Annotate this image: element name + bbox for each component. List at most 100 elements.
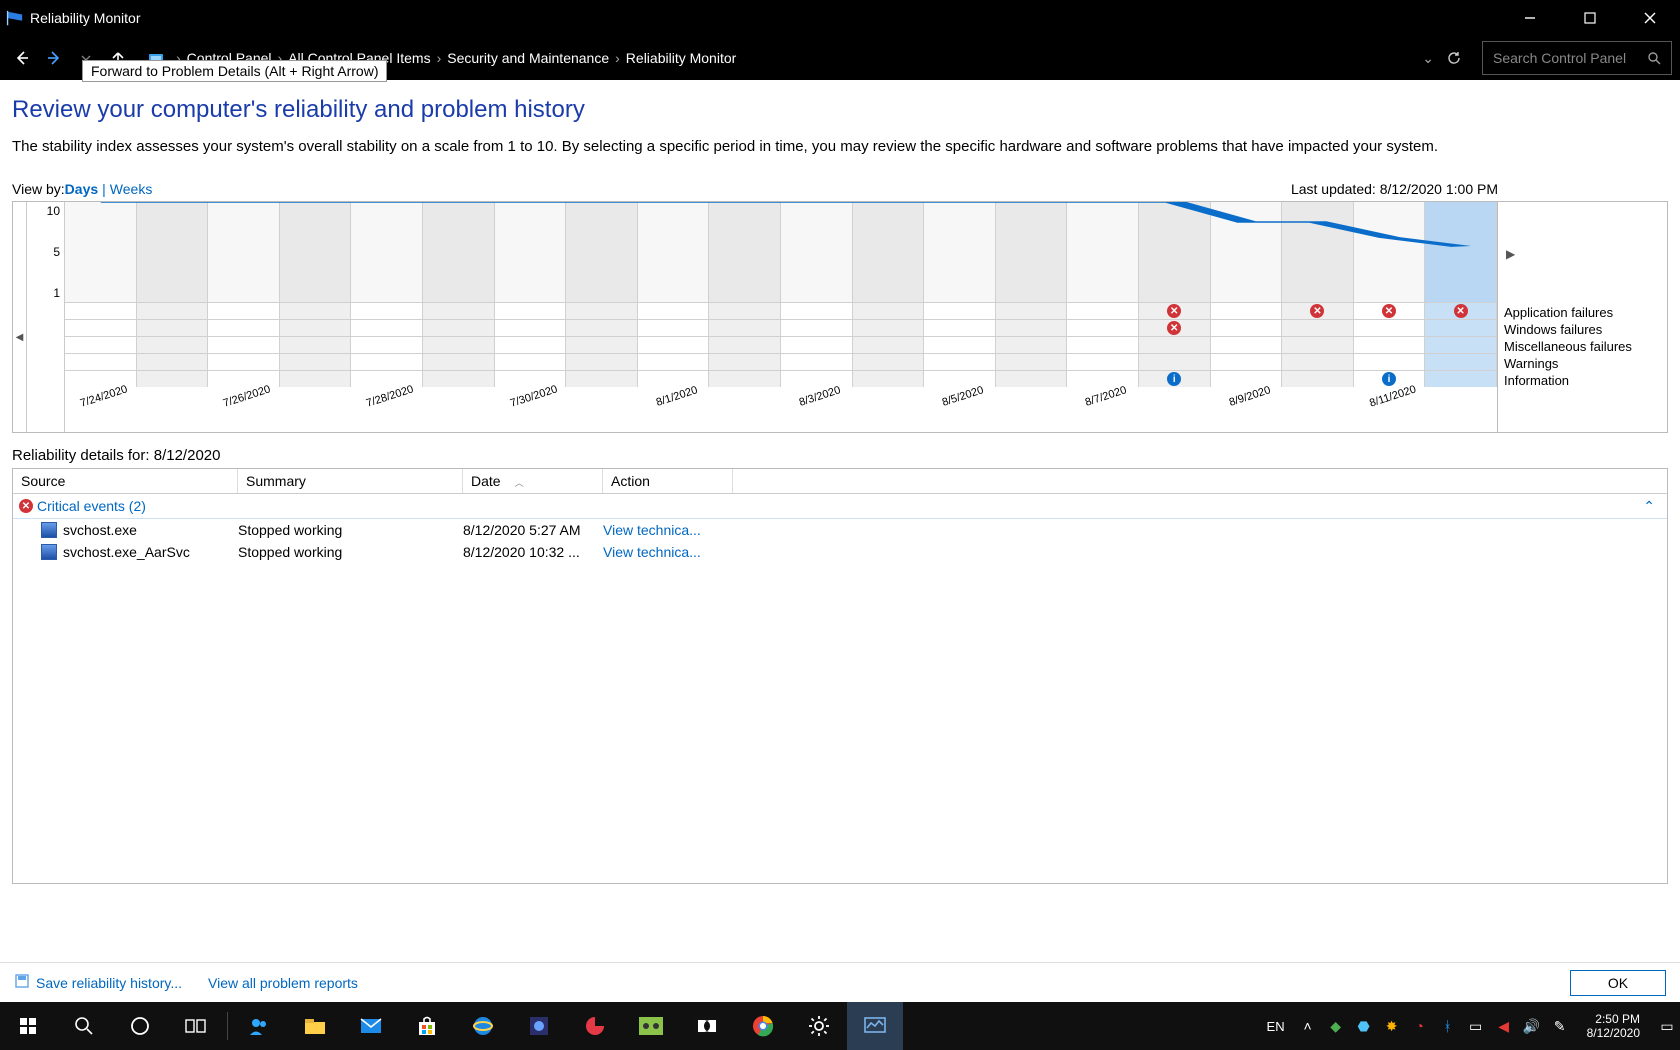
table-row[interactable]: svchost.exeStopped working8/12/2020 5:27… [13, 519, 1667, 541]
close-button[interactable] [1620, 0, 1680, 36]
tray-icon[interactable]: ◀ [1495, 1018, 1513, 1035]
tray-action-center-icon[interactable]: ▭ [1658, 1018, 1676, 1035]
tray-icon[interactable]: ✸ [1383, 1018, 1401, 1035]
chart-scroll-right[interactable]: ▶ [1504, 204, 1667, 304]
view-by-days[interactable]: Days [65, 181, 98, 197]
search-input[interactable]: Search Control Panel [1482, 41, 1672, 75]
exe-icon [41, 544, 57, 560]
tray-clock[interactable]: 2:50 PM 8/12/2020 [1587, 1012, 1640, 1041]
chart-day-column[interactable]: ✕ ✕ i [1139, 202, 1211, 432]
error-icon: ✕ [19, 499, 33, 513]
chart-day-column[interactable] [280, 202, 352, 432]
chart-columns[interactable]: 7/24/2020 7/26/2020 7/28/2020 7/30/2020 8/1/… [65, 202, 1497, 432]
system-tray[interactable]: EN ˄ ◆ ⬣ ✸ ◔ ᚼ ▭ ◀ 🔊 ✎ 2:50 PM 8/12/2020… [1267, 1012, 1680, 1041]
tray-icon[interactable]: ◔ [1411, 1018, 1429, 1034]
group-critical-events[interactable]: ✕ Critical events (2) ⌃ [13, 494, 1667, 519]
main-content: Review your computer's reliability and p… [0, 80, 1680, 1002]
table-row[interactable]: svchost.exe_AarSvcStopped working8/12/20… [13, 541, 1667, 563]
tray-chevron-up-icon[interactable]: ˄ [1299, 1018, 1317, 1034]
chart-day-column[interactable]: ✕i8/11/2020 [1354, 202, 1426, 432]
view-details-link[interactable]: View technica... [603, 544, 733, 560]
ok-button[interactable]: OK [1570, 970, 1666, 996]
breadcrumb-dropdown[interactable]: ⌄ [1422, 50, 1434, 67]
breadcrumb-item[interactable]: Security and Maintenance [447, 50, 609, 66]
taskbar-app-store[interactable] [399, 1002, 455, 1050]
forward-button[interactable] [40, 44, 68, 72]
back-button[interactable] [8, 44, 36, 72]
chart-scroll-left[interactable]: ◀ [13, 202, 27, 432]
tray-battery-icon[interactable]: ▭ [1467, 1018, 1485, 1035]
tray-icon[interactable]: ⬣ [1355, 1018, 1373, 1035]
taskbar-app-ie[interactable] [455, 1002, 511, 1050]
taskbar-app-mail[interactable] [343, 1002, 399, 1050]
view-by-weeks[interactable]: Weeks [110, 181, 153, 197]
chart-day-column[interactable]: 8/3/2020 [781, 202, 853, 432]
legend-information: Information [1504, 372, 1667, 389]
taskbar-app-generic-2[interactable] [623, 1002, 679, 1050]
legend-app-failures: Application failures [1504, 304, 1667, 321]
chart-day-column[interactable]: 8/9/2020 [1211, 202, 1283, 432]
chart-day-column[interactable]: ✕ [1425, 202, 1497, 432]
taskbar-app-people[interactable] [231, 1002, 287, 1050]
save-icon [14, 973, 30, 992]
chart-day-column[interactable] [423, 202, 495, 432]
taskbar-search[interactable] [56, 1002, 112, 1050]
info-icon: i [1382, 372, 1396, 386]
col-action[interactable]: Action [603, 469, 733, 493]
last-updated-label: Last updated: [1291, 181, 1380, 197]
chart-day-column[interactable]: 7/26/2020 [208, 202, 280, 432]
chart-day-column[interactable]: 8/7/2020 [1067, 202, 1139, 432]
group-label: Critical events (2) [37, 498, 146, 514]
view-details-link[interactable]: View technica... [603, 522, 733, 538]
tray-pen-icon[interactable]: ✎ [1551, 1018, 1569, 1035]
tray-language[interactable]: EN [1267, 1019, 1285, 1034]
error-icon: ✕ [1167, 304, 1181, 318]
chart-day-column[interactable] [137, 202, 209, 432]
taskbar-app-chrome[interactable] [735, 1002, 791, 1050]
start-button[interactable] [0, 1002, 56, 1050]
taskbar-app-ccleaner[interactable] [567, 1002, 623, 1050]
cortana-button[interactable] [112, 1002, 168, 1050]
chart-day-column[interactable]: 7/30/2020 [495, 202, 567, 432]
info-icon: i [1167, 372, 1181, 386]
chart-day-column[interactable] [566, 202, 638, 432]
tray-icon[interactable]: ◆ [1327, 1018, 1345, 1035]
breadcrumb-item[interactable]: Reliability Monitor [626, 50, 736, 66]
details-headers[interactable]: Source Summary Date︿ Action [13, 469, 1667, 494]
col-date[interactable]: Date︿ [463, 469, 603, 493]
refresh-button[interactable] [1440, 50, 1468, 66]
ytick-10: 10 [47, 204, 60, 218]
task-view-button[interactable] [168, 1002, 224, 1050]
chart-day-column[interactable]: 8/5/2020 [924, 202, 996, 432]
taskbar-app-generic-1[interactable] [511, 1002, 567, 1050]
collapse-icon[interactable]: ⌃ [1643, 498, 1655, 515]
search-placeholder: Search Control Panel [1493, 50, 1647, 66]
legend-warnings: Warnings [1504, 355, 1667, 372]
chart-day-column[interactable]: ✕ [1282, 202, 1354, 432]
error-icon: ✕ [1167, 321, 1181, 335]
taskbar-app-reliability-monitor[interactable] [847, 1002, 903, 1050]
taskbar-app-dolby[interactable] [679, 1002, 735, 1050]
chart-day-column[interactable] [996, 202, 1068, 432]
tray-volume-icon[interactable]: 🔊 [1523, 1018, 1541, 1035]
view-all-problem-reports-link[interactable]: View all problem reports [208, 975, 358, 991]
legend-misc-failures: Miscellaneous failures [1504, 338, 1667, 355]
reliability-chart: ◀ 10 5 1 7/24/20207/26/20207/28/20207/30… [12, 201, 1668, 433]
chart-day-column[interactable]: 7/24/2020 [65, 202, 137, 432]
view-by-row: View by: Days | Weeks Last updated: 8/12… [12, 181, 1668, 197]
maximize-button[interactable] [1560, 0, 1620, 36]
reliability-flag-icon [6, 10, 24, 26]
search-icon [1647, 51, 1661, 65]
chart-day-column[interactable]: 8/1/2020 [638, 202, 710, 432]
taskbar-app-settings[interactable] [791, 1002, 847, 1050]
col-summary[interactable]: Summary [238, 469, 463, 493]
save-reliability-history-link[interactable]: Save reliability history... [36, 975, 182, 991]
chart-day-column[interactable] [853, 202, 925, 432]
col-source[interactable]: Source [13, 469, 238, 493]
chart-day-column[interactable]: 7/28/2020 [351, 202, 423, 432]
taskbar[interactable]: EN ˄ ◆ ⬣ ✸ ◔ ᚼ ▭ ◀ 🔊 ✎ 2:50 PM 8/12/2020… [0, 1002, 1680, 1050]
tray-bluetooth-icon[interactable]: ᚼ [1439, 1018, 1457, 1034]
chart-day-column[interactable] [709, 202, 781, 432]
taskbar-app-explorer[interactable] [287, 1002, 343, 1050]
minimize-button[interactable] [1500, 0, 1560, 36]
